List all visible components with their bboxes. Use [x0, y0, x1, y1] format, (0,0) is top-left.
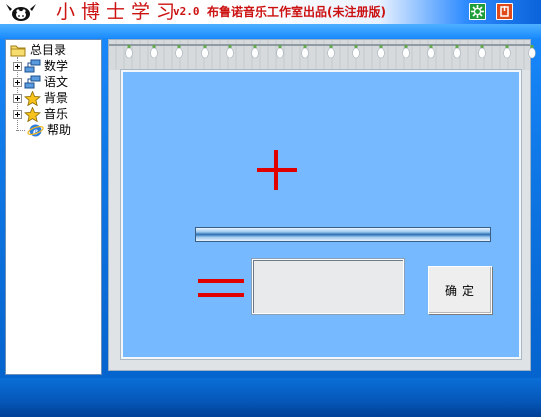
sidebar-item-background[interactable]: 背景: [13, 90, 68, 106]
network-icon: [24, 75, 41, 88]
folder-icon: [10, 45, 26, 56]
sidebar-item-help[interactable]: e 帮助: [16, 122, 71, 138]
sidebar-item-label: 数学: [44, 59, 69, 73]
light-bulb-icon: [175, 45, 184, 59]
internet-explorer-icon: e: [27, 124, 44, 137]
sidebar-item-music[interactable]: 音乐: [13, 106, 68, 122]
settings-button[interactable]: [469, 3, 486, 20]
close-button[interactable]: [496, 3, 513, 20]
app-version: v2.0: [173, 5, 200, 18]
light-bulb-icon: [276, 45, 284, 59]
confirm-button[interactable]: 确定: [428, 266, 492, 314]
exercise-stage: + = 确定: [108, 39, 536, 371]
power-icon: [500, 6, 509, 17]
expand-toggle[interactable]: [13, 93, 22, 103]
bottom-strip: [0, 378, 541, 417]
bull-mascot-icon: [6, 4, 36, 21]
svg-text:+: +: [255, 148, 256, 149]
light-bulb-icon: [326, 45, 335, 59]
wall-decoration: [109, 40, 536, 70]
light-bulb-icon: [226, 45, 234, 59]
app-title: 小博士学习: [56, 1, 182, 23]
category-tree: 总目录 数学 语文 背景 音乐 e 帮助: [5, 39, 102, 375]
tree-root-label: 总目录: [30, 43, 67, 57]
light-bulb-icon: [503, 45, 511, 59]
light-bulb-icon: [528, 45, 536, 59]
sidebar-item-math[interactable]: 数学: [13, 58, 68, 74]
plus-operator: +: [255, 148, 297, 190]
gear-icon: [471, 5, 484, 18]
title-bar: 小博士学习 v2.0 布鲁诺音乐工作室出品(未注册版): [0, 0, 541, 24]
svg-text:=: =: [198, 277, 199, 278]
expand-toggle[interactable]: [13, 77, 22, 87]
sidebar-item-label: 帮助: [47, 123, 72, 137]
light-bulb-icon: [125, 45, 133, 59]
star-icon: [24, 106, 41, 122]
answer-input[interactable]: [252, 259, 404, 314]
light-bulb-icon: [150, 45, 158, 59]
light-bulb-icon: [352, 45, 360, 59]
equals-operator: =: [198, 277, 244, 297]
tree-root[interactable]: 总目录: [8, 42, 66, 58]
sidebar-item-label: 背景: [44, 91, 69, 105]
sidebar-item-label: 语文: [44, 75, 69, 89]
fraction-line: [195, 227, 491, 242]
sidebar-item-chinese[interactable]: 语文: [13, 74, 68, 90]
star-icon: [24, 90, 41, 106]
light-bulb-icon: [427, 45, 436, 59]
expand-toggle[interactable]: [13, 109, 22, 119]
tree-branch: [16, 129, 25, 131]
sidebar-item-label: 音乐: [44, 107, 69, 121]
network-icon: [24, 59, 41, 72]
top-strip: [0, 24, 541, 38]
light-bulb-icon: [301, 45, 310, 59]
light-bulb-icon: [200, 45, 209, 59]
light-string: [109, 44, 530, 46]
light-bulb-icon: [452, 45, 461, 59]
expand-toggle[interactable]: [13, 61, 22, 71]
light-bulb-icon: [478, 45, 486, 59]
light-bulb-icon: [251, 45, 259, 59]
app-publisher: 布鲁诺音乐工作室出品(未注册版): [207, 5, 386, 19]
exercise-board: + = 确定: [120, 69, 522, 360]
light-bulb-icon: [377, 45, 385, 59]
light-bulb-icon: [402, 45, 410, 59]
